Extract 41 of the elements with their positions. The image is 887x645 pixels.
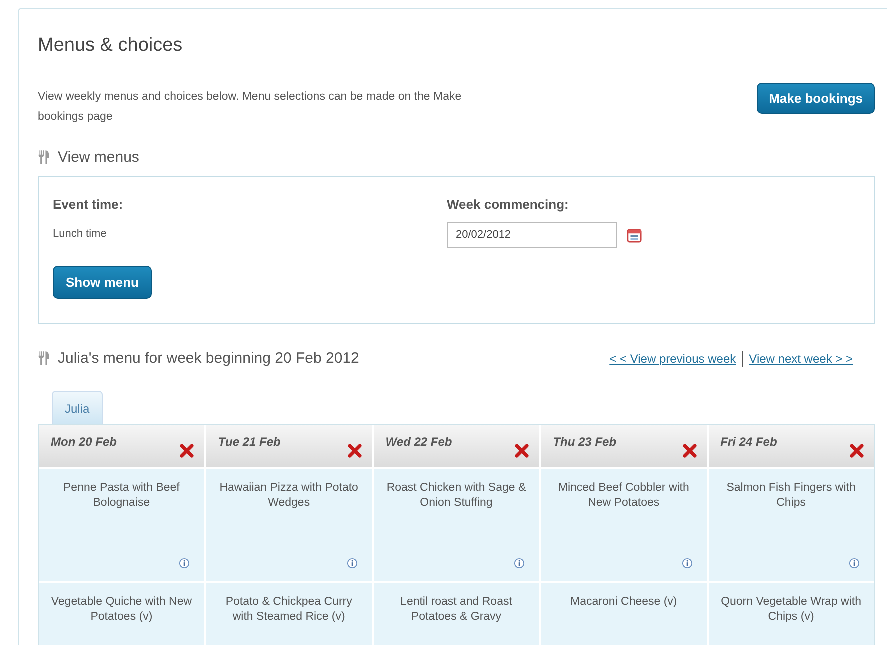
show-menu-button[interactable]: Show menu: [53, 266, 152, 299]
section-title: Julia's menu for week beginning 20 Feb 2012: [58, 350, 360, 367]
meal-name: Potato & Chickpea Curry with Steamed Rice (v): [224, 595, 354, 625]
meal-name: Minced Beef Cobbler with New Potatoes: [557, 481, 690, 511]
next-week-link[interactable]: View next week > >: [749, 352, 853, 366]
remove-icon[interactable]: [180, 444, 194, 458]
week-commencing-label: Week commencing:: [447, 197, 570, 212]
page-title: Menus & choices: [38, 35, 183, 57]
remove-icon[interactable]: [348, 444, 362, 458]
make-bookings-button[interactable]: Make bookings: [757, 83, 875, 114]
event-time-value: Lunch time: [53, 228, 108, 240]
person-tab[interactable]: Julia: [52, 391, 103, 424]
meal-name: Quorn Vegetable Wrap with Chips (v): [720, 595, 862, 625]
cutlery-icon: [38, 351, 50, 366]
remove-icon[interactable]: [682, 444, 697, 458]
info-icon[interactable]: [179, 558, 190, 569]
meal-name: Lentil roast and Roast Potatoes & Gravy: [400, 595, 514, 625]
info-icon[interactable]: [682, 558, 693, 569]
day-label: Wed 22 Feb: [386, 435, 452, 451]
previous-week-link[interactable]: < < View previous week: [610, 352, 736, 366]
day-label: Fri 24 Feb: [720, 435, 778, 451]
section-title: View menus: [58, 149, 140, 166]
remove-icon[interactable]: [515, 444, 530, 458]
meal-name: Hawaiian Pizza with Potato Wedges: [218, 481, 360, 511]
day-label: Thu 23 Feb: [553, 435, 617, 451]
calendar-icon[interactable]: [627, 228, 642, 242]
date-field[interactable]: 20/02/2012: [447, 222, 617, 248]
event-time-label: Event time:: [53, 197, 124, 212]
intro-text: View weekly menus and choices below. Menu selections can be made on the Make bookings page: [38, 90, 463, 125]
day-label: Mon 20 Feb: [51, 435, 118, 451]
meal-name: Vegetable Quiche with New Potatoes (v): [50, 595, 194, 625]
day-label: Tue 21 Feb: [218, 435, 281, 451]
info-icon[interactable]: [514, 558, 526, 569]
info-icon[interactable]: [346, 558, 358, 569]
cutlery-icon: [38, 150, 50, 165]
remove-icon[interactable]: [850, 444, 864, 458]
meal-name: Roast Chicken with Sage & Onion Stuffing: [386, 481, 528, 511]
info-icon[interactable]: [848, 558, 860, 569]
meal-name: Penne Pasta with Beef Bolognaise: [62, 481, 181, 511]
meal-name: Salmon Fish Fingers with Chips: [726, 481, 857, 511]
meal-name: Macaroni Cheese (v): [570, 595, 678, 610]
